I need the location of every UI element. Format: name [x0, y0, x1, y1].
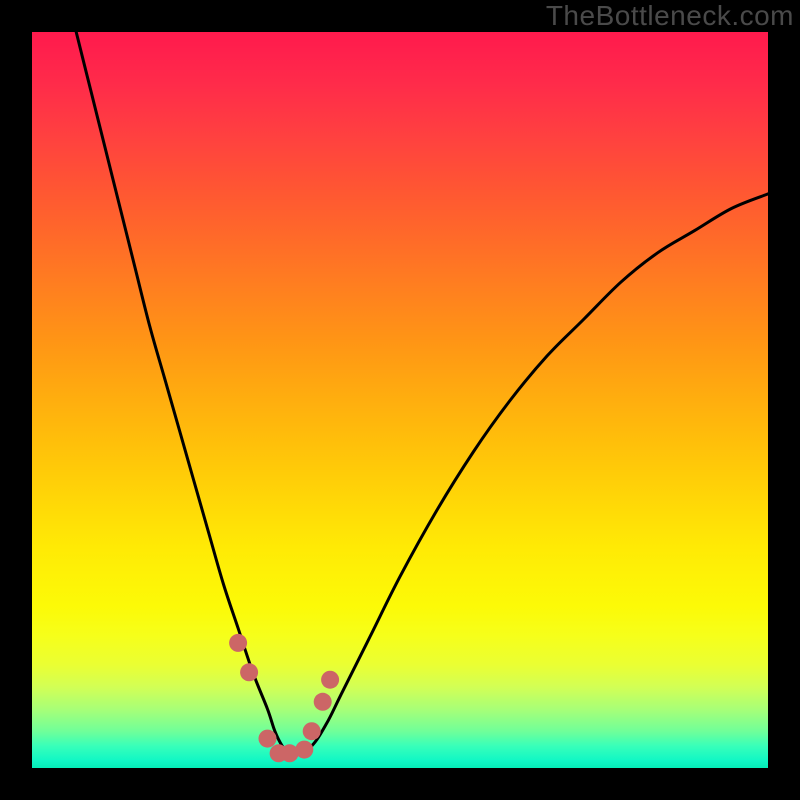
bottleneck-curve-path: [76, 32, 768, 754]
highlight-marker: [321, 671, 339, 689]
highlight-marker: [240, 663, 258, 681]
bottleneck-curve-svg: [32, 32, 768, 768]
highlight-marker: [303, 722, 321, 740]
gradient-plot-area: [32, 32, 768, 768]
highlight-marker: [314, 693, 332, 711]
highlight-marker: [229, 634, 247, 652]
chart-frame: TheBottleneck.com: [0, 0, 800, 800]
highlight-marker: [295, 741, 313, 759]
watermark-text: TheBottleneck.com: [546, 0, 794, 32]
highlight-marker: [259, 730, 277, 748]
